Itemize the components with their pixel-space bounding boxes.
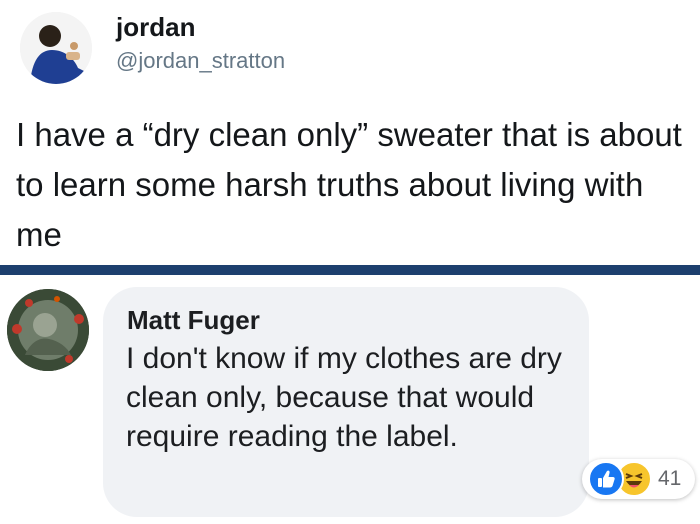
comment-bubble: Matt Fuger I don't know if my clothes ar… xyxy=(103,287,589,517)
like-icon xyxy=(588,461,624,497)
avatar-photo-icon xyxy=(20,12,92,84)
reaction-count: 41 xyxy=(658,467,682,490)
screenshot-composite: jordan @jordan_stratton I have a “dry cl… xyxy=(0,0,700,524)
section-divider xyxy=(0,265,700,275)
tweet-avatar[interactable] xyxy=(20,12,92,84)
tweet-handle[interactable]: @jordan_stratton xyxy=(116,48,285,74)
avatar-photo-icon xyxy=(7,289,89,371)
tweet-card: jordan @jordan_stratton I have a “dry cl… xyxy=(0,0,700,265)
commenter-avatar[interactable] xyxy=(7,289,89,371)
reaction-summary[interactable]: 41 xyxy=(582,459,696,499)
comment-text: I don't know if my clothes are dry clean… xyxy=(126,342,562,453)
tweet-display-name[interactable]: jordan xyxy=(116,12,195,43)
comment-author-name[interactable]: Matt Fuger xyxy=(127,305,260,336)
tweet-text: I have a “dry clean only” sweater that i… xyxy=(16,116,682,253)
